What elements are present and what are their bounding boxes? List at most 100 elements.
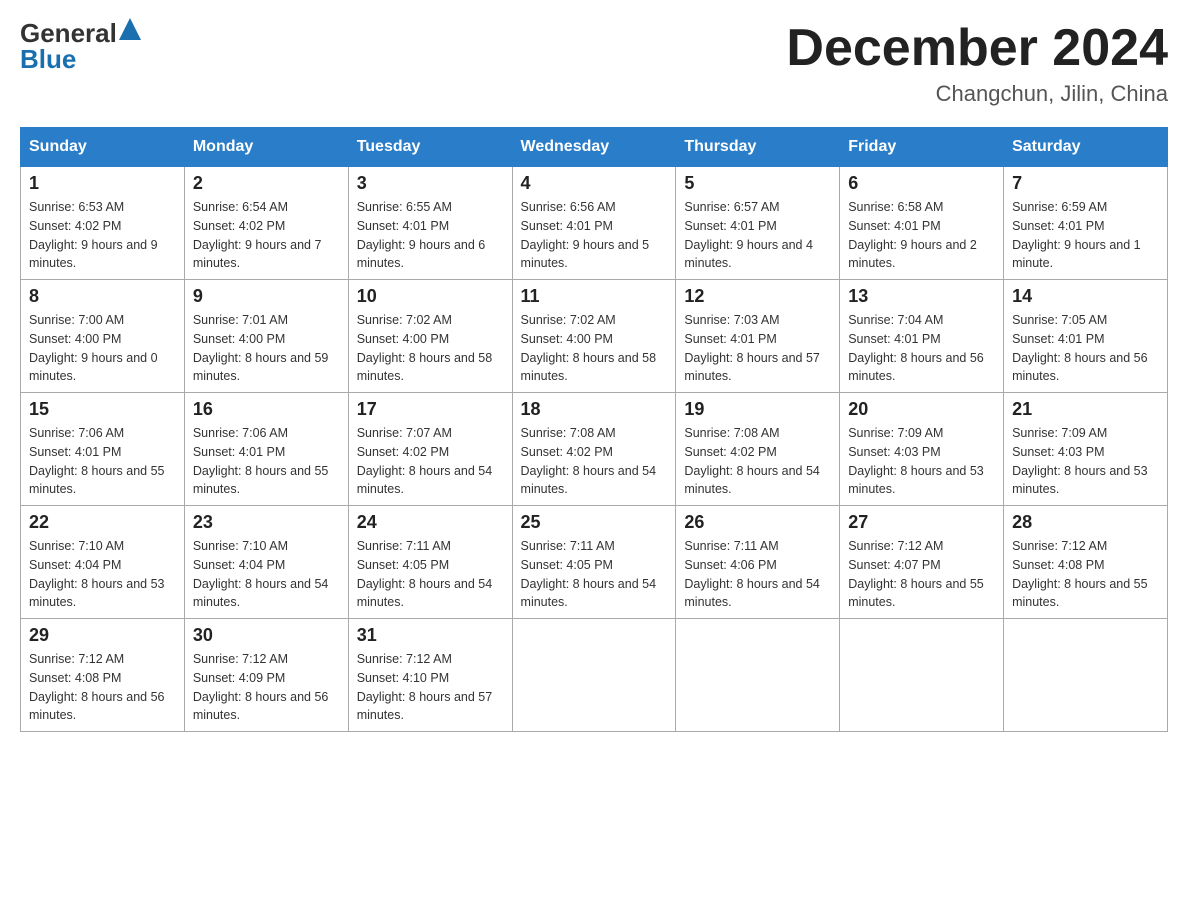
sunrise-label: Sunrise: 6:56 AM bbox=[521, 200, 616, 214]
calendar-week-row: 22 Sunrise: 7:10 AM Sunset: 4:04 PM Dayl… bbox=[21, 506, 1168, 619]
day-info: Sunrise: 7:00 AM Sunset: 4:00 PM Dayligh… bbox=[29, 311, 176, 386]
sunset-label: Sunset: 4:05 PM bbox=[357, 558, 449, 572]
daylight-label: Daylight: 9 hours and 5 minutes. bbox=[521, 238, 650, 271]
calendar-header: SundayMondayTuesdayWednesdayThursdayFrid… bbox=[21, 128, 1168, 167]
sunset-label: Sunset: 4:00 PM bbox=[193, 332, 285, 346]
sunset-label: Sunset: 4:00 PM bbox=[357, 332, 449, 346]
day-number: 4 bbox=[521, 173, 668, 194]
day-number: 12 bbox=[684, 286, 831, 307]
calendar-day-cell: 3 Sunrise: 6:55 AM Sunset: 4:01 PM Dayli… bbox=[348, 167, 512, 280]
calendar-day-cell: 7 Sunrise: 6:59 AM Sunset: 4:01 PM Dayli… bbox=[1004, 167, 1168, 280]
day-number: 23 bbox=[193, 512, 340, 533]
calendar-day-cell bbox=[676, 619, 840, 732]
daylight-label: Daylight: 9 hours and 6 minutes. bbox=[357, 238, 486, 271]
daylight-label: Daylight: 8 hours and 54 minutes. bbox=[684, 577, 820, 610]
sunrise-label: Sunrise: 7:12 AM bbox=[193, 652, 288, 666]
sunrise-label: Sunrise: 6:53 AM bbox=[29, 200, 124, 214]
daylight-label: Daylight: 8 hours and 54 minutes. bbox=[521, 577, 657, 610]
title-section: December 2024 Changchun, Jilin, China bbox=[786, 20, 1168, 107]
calendar-day-cell: 21 Sunrise: 7:09 AM Sunset: 4:03 PM Dayl… bbox=[1004, 393, 1168, 506]
logo: General Blue bbox=[20, 20, 141, 72]
sunset-label: Sunset: 4:01 PM bbox=[193, 445, 285, 459]
sunrise-label: Sunrise: 6:59 AM bbox=[1012, 200, 1107, 214]
daylight-label: Daylight: 8 hours and 55 minutes. bbox=[848, 577, 984, 610]
calendar-day-cell: 12 Sunrise: 7:03 AM Sunset: 4:01 PM Dayl… bbox=[676, 280, 840, 393]
daylight-label: Daylight: 9 hours and 2 minutes. bbox=[848, 238, 977, 271]
calendar-day-cell: 15 Sunrise: 7:06 AM Sunset: 4:01 PM Dayl… bbox=[21, 393, 185, 506]
calendar-day-cell: 22 Sunrise: 7:10 AM Sunset: 4:04 PM Dayl… bbox=[21, 506, 185, 619]
sunset-label: Sunset: 4:01 PM bbox=[29, 445, 121, 459]
day-number: 15 bbox=[29, 399, 176, 420]
calendar-week-row: 29 Sunrise: 7:12 AM Sunset: 4:08 PM Dayl… bbox=[21, 619, 1168, 732]
calendar-day-cell: 14 Sunrise: 7:05 AM Sunset: 4:01 PM Dayl… bbox=[1004, 280, 1168, 393]
sunrise-label: Sunrise: 6:57 AM bbox=[684, 200, 779, 214]
sunrise-label: Sunrise: 7:12 AM bbox=[848, 539, 943, 553]
sunrise-label: Sunrise: 7:02 AM bbox=[357, 313, 452, 327]
day-info: Sunrise: 7:09 AM Sunset: 4:03 PM Dayligh… bbox=[1012, 424, 1159, 499]
sunrise-label: Sunrise: 7:11 AM bbox=[684, 539, 778, 553]
sunset-label: Sunset: 4:08 PM bbox=[29, 671, 121, 685]
calendar-day-cell: 2 Sunrise: 6:54 AM Sunset: 4:02 PM Dayli… bbox=[184, 167, 348, 280]
daylight-label: Daylight: 8 hours and 55 minutes. bbox=[29, 464, 165, 497]
sunrise-label: Sunrise: 7:06 AM bbox=[193, 426, 288, 440]
daylight-label: Daylight: 8 hours and 56 minutes. bbox=[29, 690, 165, 723]
calendar-day-cell: 28 Sunrise: 7:12 AM Sunset: 4:08 PM Dayl… bbox=[1004, 506, 1168, 619]
day-info: Sunrise: 7:08 AM Sunset: 4:02 PM Dayligh… bbox=[684, 424, 831, 499]
day-info: Sunrise: 6:53 AM Sunset: 4:02 PM Dayligh… bbox=[29, 198, 176, 273]
day-info: Sunrise: 7:12 AM Sunset: 4:08 PM Dayligh… bbox=[1012, 537, 1159, 612]
sunrise-label: Sunrise: 7:03 AM bbox=[684, 313, 779, 327]
page-header: General Blue December 2024 Changchun, Ji… bbox=[20, 20, 1168, 107]
daylight-label: Daylight: 8 hours and 57 minutes. bbox=[357, 690, 493, 723]
daylight-label: Daylight: 8 hours and 53 minutes. bbox=[1012, 464, 1148, 497]
sunrise-label: Sunrise: 6:58 AM bbox=[848, 200, 943, 214]
day-info: Sunrise: 6:54 AM Sunset: 4:02 PM Dayligh… bbox=[193, 198, 340, 273]
sunrise-label: Sunrise: 7:09 AM bbox=[848, 426, 943, 440]
sunrise-label: Sunrise: 7:10 AM bbox=[29, 539, 124, 553]
sunset-label: Sunset: 4:03 PM bbox=[1012, 445, 1104, 459]
sunset-label: Sunset: 4:03 PM bbox=[848, 445, 940, 459]
calendar-day-cell: 17 Sunrise: 7:07 AM Sunset: 4:02 PM Dayl… bbox=[348, 393, 512, 506]
calendar-day-cell: 23 Sunrise: 7:10 AM Sunset: 4:04 PM Dayl… bbox=[184, 506, 348, 619]
day-number: 25 bbox=[521, 512, 668, 533]
daylight-label: Daylight: 8 hours and 58 minutes. bbox=[357, 351, 493, 384]
day-info: Sunrise: 6:57 AM Sunset: 4:01 PM Dayligh… bbox=[684, 198, 831, 273]
day-info: Sunrise: 7:07 AM Sunset: 4:02 PM Dayligh… bbox=[357, 424, 504, 499]
calendar-day-cell: 13 Sunrise: 7:04 AM Sunset: 4:01 PM Dayl… bbox=[840, 280, 1004, 393]
day-info: Sunrise: 7:02 AM Sunset: 4:00 PM Dayligh… bbox=[357, 311, 504, 386]
sunset-label: Sunset: 4:02 PM bbox=[521, 445, 613, 459]
day-info: Sunrise: 7:11 AM Sunset: 4:05 PM Dayligh… bbox=[521, 537, 668, 612]
calendar-header-cell: Sunday bbox=[21, 128, 185, 167]
calendar-body: 1 Sunrise: 6:53 AM Sunset: 4:02 PM Dayli… bbox=[21, 167, 1168, 732]
sunset-label: Sunset: 4:08 PM bbox=[1012, 558, 1104, 572]
sunrise-label: Sunrise: 7:12 AM bbox=[1012, 539, 1107, 553]
day-info: Sunrise: 7:03 AM Sunset: 4:01 PM Dayligh… bbox=[684, 311, 831, 386]
daylight-label: Daylight: 8 hours and 54 minutes. bbox=[684, 464, 820, 497]
calendar-header-cell: Thursday bbox=[676, 128, 840, 167]
calendar-day-cell: 18 Sunrise: 7:08 AM Sunset: 4:02 PM Dayl… bbox=[512, 393, 676, 506]
day-info: Sunrise: 7:11 AM Sunset: 4:06 PM Dayligh… bbox=[684, 537, 831, 612]
calendar-day-cell: 10 Sunrise: 7:02 AM Sunset: 4:00 PM Dayl… bbox=[348, 280, 512, 393]
day-number: 3 bbox=[357, 173, 504, 194]
day-info: Sunrise: 7:08 AM Sunset: 4:02 PM Dayligh… bbox=[521, 424, 668, 499]
sunset-label: Sunset: 4:10 PM bbox=[357, 671, 449, 685]
sunrise-label: Sunrise: 7:08 AM bbox=[521, 426, 616, 440]
calendar-table: SundayMondayTuesdayWednesdayThursdayFrid… bbox=[20, 127, 1168, 732]
sunset-label: Sunset: 4:02 PM bbox=[684, 445, 776, 459]
daylight-label: Daylight: 8 hours and 54 minutes. bbox=[357, 464, 493, 497]
sunrise-label: Sunrise: 7:09 AM bbox=[1012, 426, 1107, 440]
calendar-day-cell: 25 Sunrise: 7:11 AM Sunset: 4:05 PM Dayl… bbox=[512, 506, 676, 619]
day-number: 28 bbox=[1012, 512, 1159, 533]
daylight-label: Daylight: 8 hours and 56 minutes. bbox=[1012, 351, 1148, 384]
calendar-day-cell: 9 Sunrise: 7:01 AM Sunset: 4:00 PM Dayli… bbox=[184, 280, 348, 393]
calendar-day-cell: 11 Sunrise: 7:02 AM Sunset: 4:00 PM Dayl… bbox=[512, 280, 676, 393]
day-number: 18 bbox=[521, 399, 668, 420]
calendar-header-cell: Monday bbox=[184, 128, 348, 167]
sunrise-label: Sunrise: 7:10 AM bbox=[193, 539, 288, 553]
sunrise-label: Sunrise: 7:02 AM bbox=[521, 313, 616, 327]
daylight-label: Daylight: 9 hours and 0 minutes. bbox=[29, 351, 158, 384]
sunrise-label: Sunrise: 7:04 AM bbox=[848, 313, 943, 327]
sunset-label: Sunset: 4:04 PM bbox=[29, 558, 121, 572]
sunrise-label: Sunrise: 6:54 AM bbox=[193, 200, 288, 214]
day-info: Sunrise: 7:10 AM Sunset: 4:04 PM Dayligh… bbox=[29, 537, 176, 612]
calendar-day-cell bbox=[1004, 619, 1168, 732]
